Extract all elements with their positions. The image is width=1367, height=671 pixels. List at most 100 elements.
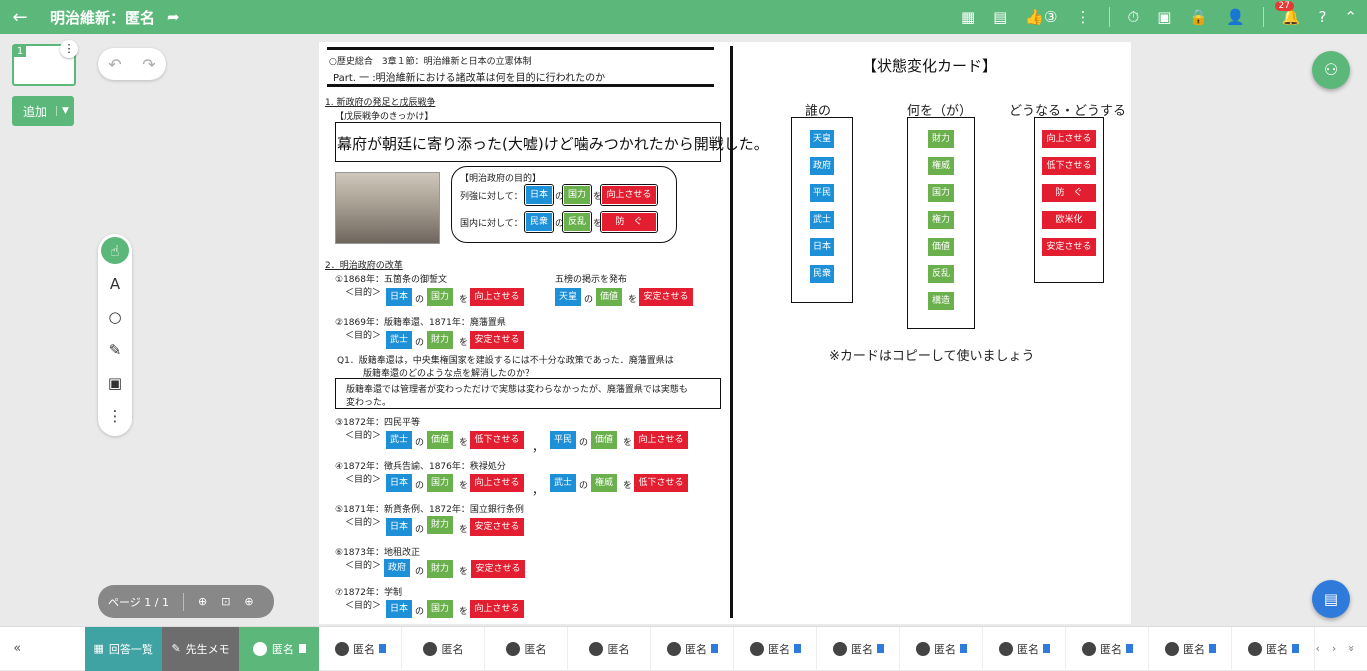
card-koujou[interactable]: 向上させる	[470, 474, 524, 492]
card-minshu[interactable]: 民衆	[526, 213, 552, 231]
card-antei[interactable]: 安定させる	[639, 288, 693, 306]
card-seifu[interactable]: 政府	[384, 559, 410, 577]
lock-icon[interactable]: 🔒	[1189, 8, 1208, 26]
tools-more-icon[interactable]: ⋮	[101, 403, 129, 430]
palette-card[interactable]: 向上させる	[1042, 130, 1096, 148]
pen-icon[interactable]: ✎	[101, 337, 129, 364]
card-antei[interactable]: 安定させる	[470, 518, 524, 536]
card-teika[interactable]: 低下させる	[634, 474, 688, 492]
card-kokuryoku[interactable]: 国力	[427, 600, 453, 618]
prev-icon[interactable]: ‹	[1315, 642, 1319, 655]
palette-card[interactable]: 平民	[810, 184, 834, 202]
card-tennou[interactable]: 天皇	[555, 288, 581, 306]
next-icon[interactable]: ›	[1332, 642, 1336, 655]
card-bushi[interactable]: 武士	[386, 331, 412, 349]
card-kachi[interactable]: 価値	[596, 288, 622, 306]
card-hanran[interactable]: 反乱	[564, 213, 590, 231]
palette-card[interactable]: 国力	[928, 184, 954, 202]
card-fusegu[interactable]: 防 ぐ	[602, 213, 656, 231]
card-koujou[interactable]: 向上させる	[602, 186, 656, 204]
card-koujou[interactable]: 向上させる	[470, 600, 524, 618]
expand-icon[interactable]: »	[1345, 645, 1358, 652]
student-tab[interactable]: 匿名	[983, 626, 1067, 671]
palette-card[interactable]: 民衆	[810, 265, 834, 283]
redo-icon[interactable]: ↷	[142, 55, 155, 74]
palette-card[interactable]: 財力	[928, 130, 954, 148]
collapse-left-icon[interactable]: «	[0, 641, 35, 656]
card-teika[interactable]: 低下させる	[470, 431, 524, 449]
palette-card[interactable]: 天皇	[810, 130, 834, 148]
teacher-memo-tab[interactable]: ✎ 先生メモ	[161, 626, 240, 671]
card-kokuryoku[interactable]: 国力	[427, 288, 453, 306]
shape-icon[interactable]: ○	[101, 303, 129, 330]
chat-button[interactable]: ▤	[1312, 580, 1350, 618]
participants-button[interactable]: ⚇	[1312, 51, 1350, 89]
screen-icon[interactable]: ▣	[1157, 8, 1171, 26]
student-tab[interactable]: 匿名	[402, 626, 486, 671]
student-tab[interactable]: 匿名	[568, 626, 652, 671]
answers-tab[interactable]: ▦ 回答一覧	[84, 626, 162, 671]
student-tab[interactable]: 匿名	[900, 626, 984, 671]
card-kachi[interactable]: 価値	[591, 431, 617, 449]
card-ken-i[interactable]: 権威	[591, 474, 617, 492]
palette-card[interactable]: 価値	[928, 238, 954, 256]
palette-card[interactable]: 政府	[810, 157, 834, 175]
add-page-button[interactable]: 追加 ▼	[12, 96, 74, 126]
student-tab[interactable]: 匿名	[734, 626, 818, 671]
card-nihon[interactable]: 日本	[386, 288, 412, 306]
undo-icon[interactable]: ↶	[108, 55, 121, 74]
more-icon[interactable]: ⋮	[1076, 8, 1091, 26]
card-kokuryoku[interactable]: 国力	[427, 474, 453, 492]
student-tab[interactable]: 匿名	[485, 626, 569, 671]
student-tab[interactable]: 匿名	[651, 626, 735, 671]
student-tab[interactable]: 匿名	[1066, 626, 1150, 671]
palette-card[interactable]: 日本	[810, 238, 834, 256]
palette-card[interactable]: 反乱	[928, 265, 954, 283]
student-tab[interactable]: 匿名	[1232, 626, 1316, 671]
card-bushi[interactable]: 武士	[550, 474, 576, 492]
card-zairyoku[interactable]: 財力	[427, 331, 453, 349]
zoom-out-icon[interactable]: ⊕	[244, 595, 253, 608]
card-heimin[interactable]: 平民	[550, 431, 576, 449]
palette-card[interactable]: 武士	[810, 211, 834, 229]
palette-card[interactable]: 安定させる	[1042, 238, 1096, 256]
fit-icon[interactable]: ⊡	[221, 595, 230, 608]
page-thumbnail[interactable]: 1 ⋮	[12, 40, 78, 86]
palette-card[interactable]: 構造	[928, 292, 954, 310]
card-antei[interactable]: 安定させる	[470, 331, 524, 349]
student-tab[interactable]: 匿名	[817, 626, 901, 671]
card-bushi[interactable]: 武士	[386, 431, 412, 449]
collapse-icon[interactable]: ⌃	[1344, 8, 1357, 26]
users-icon[interactable]: 👤	[1226, 8, 1245, 26]
card-koujou[interactable]: 向上させる	[634, 431, 688, 449]
palette-card[interactable]: 防 ぐ	[1042, 184, 1096, 202]
card-zairyoku[interactable]: 財力	[427, 516, 453, 534]
card-nihon[interactable]: 日本	[386, 474, 412, 492]
card-zairyoku[interactable]: 財力	[427, 560, 453, 578]
card-kokuryoku[interactable]: 国力	[564, 186, 590, 204]
palette-card[interactable]: 権威	[928, 157, 954, 175]
text-icon[interactable]: A	[101, 270, 129, 297]
thumbnail-more-icon[interactable]: ⋮	[60, 40, 78, 58]
image-icon[interactable]: ▣	[101, 370, 129, 397]
palette-card[interactable]: 権力	[928, 211, 954, 229]
student-tab[interactable]: 匿名	[319, 626, 403, 671]
timer-icon[interactable]: ⏱	[1128, 8, 1140, 26]
card-nihon[interactable]: 日本	[386, 518, 412, 536]
help-icon[interactable]: ?	[1318, 8, 1326, 26]
palette-card[interactable]: 欧米化	[1042, 211, 1096, 229]
card-kachi[interactable]: 価値	[427, 431, 453, 449]
like-icon[interactable]: 👍③	[1025, 8, 1057, 26]
hand-icon[interactable]: ☝	[101, 237, 129, 265]
chevron-down-icon[interactable]: ▼	[56, 106, 74, 116]
share-icon[interactable]: ➦	[167, 8, 180, 26]
card-nihon[interactable]: 日本	[386, 600, 412, 618]
back-icon[interactable]: ←	[0, 7, 40, 28]
student-tab[interactable]: 匿名	[1149, 626, 1233, 671]
presentation-icon[interactable]: ▦	[961, 8, 975, 26]
student-tab-active[interactable]: 匿名	[239, 626, 320, 671]
card-nihon[interactable]: 日本	[526, 186, 552, 204]
zoom-in-icon[interactable]: ⊕	[198, 595, 207, 608]
palette-card[interactable]: 低下させる	[1042, 157, 1096, 175]
comment-icon[interactable]: ▤	[993, 8, 1007, 26]
